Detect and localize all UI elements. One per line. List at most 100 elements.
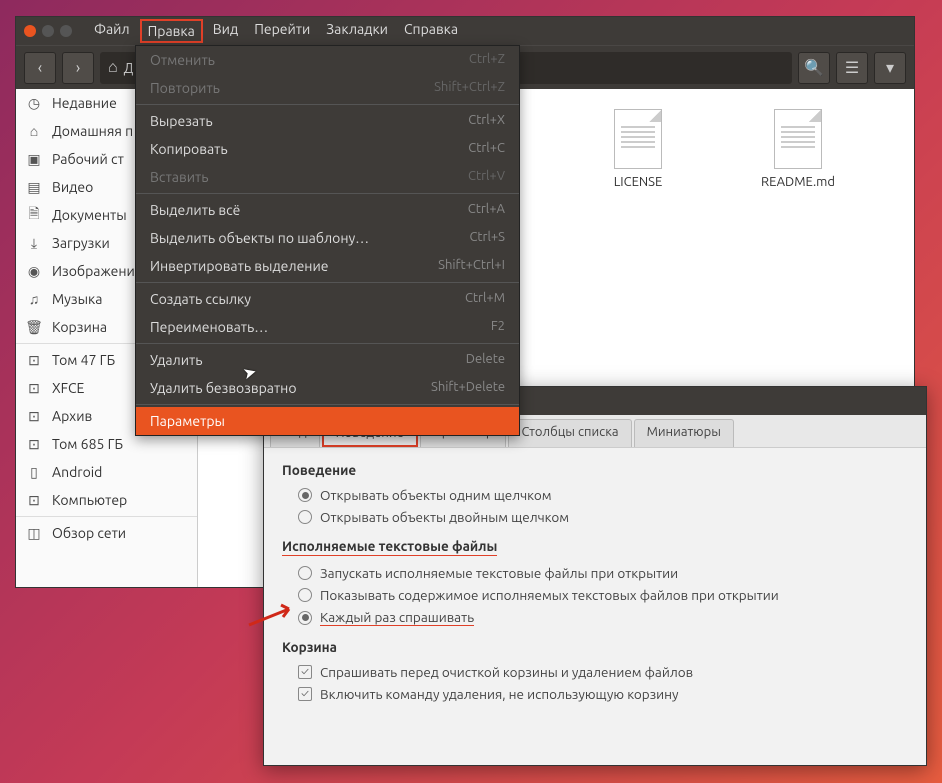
radio-exec-run[interactable]: Запускать исполняемые текстовые файлы пр… <box>282 562 908 584</box>
location-text: Д <box>124 60 134 76</box>
sidebar-icon: ▤ <box>26 179 42 195</box>
sidebar-item[interactable]: ▯Android <box>16 458 197 486</box>
sidebar-item[interactable]: ◫Обзор сети <box>16 519 197 547</box>
sidebar-icon: ⊡ <box>26 380 42 396</box>
menu-label: Вырезать <box>150 113 213 129</box>
prefs-body: Поведение Открывать объекты одним щелчко… <box>264 448 926 719</box>
sidebar-item[interactable]: ⊡ Компьютер <box>16 486 197 514</box>
menu-item[interactable]: Выделить всё Ctrl+A <box>136 196 519 224</box>
menu-item[interactable]: КопироватьCtrl+C <box>136 135 519 163</box>
check-trash-bypass[interactable]: ✓ Включить команду удаления, не использу… <box>282 683 908 705</box>
file-item[interactable]: README.md <box>748 109 848 189</box>
sidebar-label: Видео <box>52 179 93 195</box>
sidebar-label: Документы <box>52 207 127 223</box>
close-icon[interactable] <box>24 25 36 37</box>
sidebar-label: Android <box>52 464 102 480</box>
sidebar-label: Недавние <box>52 95 117 111</box>
sidebar-icon: ◫ <box>26 525 42 541</box>
sidebar-label: XFCE <box>52 380 84 396</box>
menu-item[interactable]: Удалить безвозвратноShift+Delete <box>136 374 519 402</box>
menu-shortcut: Ctrl+V <box>468 169 505 185</box>
sidebar-icon: ◉ <box>26 263 42 279</box>
sidebar-label: Изображени <box>52 263 135 279</box>
sidebar-icon: ▣ <box>26 151 42 167</box>
tab-3[interactable]: Столбцы списка <box>508 419 631 447</box>
checkbox-icon: ✓ <box>298 687 312 701</box>
radio-single-click[interactable]: Открывать объекты одним щелчком <box>282 484 908 506</box>
menu-item: ОтменитьCtrl+Z <box>136 46 519 74</box>
menu-item-перейти[interactable]: Перейти <box>248 19 316 43</box>
annotation-arrow-icon <box>247 601 302 633</box>
radio-icon <box>298 510 312 524</box>
menu-label: Вставить <box>150 169 208 185</box>
sidebar-icon: ⊡ <box>26 436 42 452</box>
sidebar-label: Том 47 ГБ <box>52 352 115 368</box>
preferences-window: Параметры приложения ВидПоведениеПросмот… <box>263 386 927 766</box>
sidebar-label: Рабочий ст <box>52 151 124 167</box>
menu-item[interactable]: Инвертировать выделение Shift+Ctrl+I <box>136 252 519 280</box>
sidebar-label: Архив <box>52 408 92 424</box>
menu-item: Вставить Ctrl+V <box>136 163 519 191</box>
document-icon <box>614 109 662 169</box>
menu-label: Выделить всё <box>150 202 240 218</box>
home-icon: ⌂ <box>108 58 118 77</box>
search-button[interactable]: 🔍 <box>798 52 830 84</box>
radio-exec-ask[interactable]: Каждый раз спрашивать <box>282 606 908 629</box>
menu-item[interactable]: Создать ссылкуCtrl+M <box>136 285 519 313</box>
sidebar-icon: ♫ <box>26 291 42 307</box>
sidebar-label: Загрузки <box>52 235 110 251</box>
menu-item-правка[interactable]: Правка <box>140 19 203 43</box>
back-button[interactable]: ‹ <box>24 52 56 84</box>
menu-item-вид[interactable]: Вид <box>207 19 244 43</box>
menu-shortcut: Delete <box>466 352 505 368</box>
menu-shortcut: Ctrl+Z <box>469 52 505 68</box>
radio-icon <box>298 488 312 502</box>
check-trash-confirm[interactable]: ✓ Спрашивать перед очисткой корзины и уд… <box>282 661 908 683</box>
menu-shortcut: Shift+Ctrl+I <box>438 258 505 274</box>
menu-shortcut: F2 <box>491 319 505 335</box>
list-view-button[interactable]: ☰ <box>836 52 868 84</box>
sidebar-label: Том 685 ГБ <box>52 436 123 452</box>
menu-item[interactable]: Переименовать… F2 <box>136 313 519 341</box>
menu-label: Повторить <box>150 80 220 96</box>
radio-exec-show[interactable]: Показывать содержимое исполняемых тексто… <box>282 584 908 606</box>
radio-double-click[interactable]: Открывать объекты двойным щелчком <box>282 506 908 528</box>
menu-item[interactable]: Параметры <box>136 407 519 435</box>
menu-label: Параметры <box>150 413 225 429</box>
menu-item[interactable]: Удалить Delete <box>136 346 519 374</box>
menu-label: Удалить <box>150 352 203 368</box>
radio-icon <box>298 588 312 602</box>
sidebar-label: Компьютер <box>52 492 127 508</box>
menu-label: Инвертировать выделение <box>150 258 329 274</box>
sidebar-icon: ⊡ <box>26 352 42 368</box>
minimize-icon[interactable] <box>42 25 54 37</box>
menu-label: Выделить объекты по шаблону… <box>150 230 369 246</box>
menu-item-файл[interactable]: Файл <box>88 19 136 43</box>
edit-menu-dropdown: ОтменитьCtrl+Z Повторить Shift+Ctrl+Z Вырез… <box>135 45 520 436</box>
sidebar-icon: ⊡ <box>26 492 42 508</box>
menu-item-справка[interactable]: Справка <box>398 19 464 43</box>
menu-shortcut: Ctrl+M <box>465 291 505 307</box>
sidebar-icon: ◷ <box>26 95 42 111</box>
view-options-button[interactable]: ▾ <box>874 52 906 84</box>
file-item[interactable]: LICENSE <box>588 109 688 189</box>
menu-shortcut: Ctrl+C <box>468 141 505 157</box>
menu-item-закладки[interactable]: Закладки <box>320 19 394 43</box>
menu-item: Повторить Shift+Ctrl+Z <box>136 74 519 102</box>
maximize-icon[interactable] <box>60 25 72 37</box>
sidebar-icon: 🗎 <box>26 207 42 223</box>
forward-button[interactable]: › <box>62 52 94 84</box>
tab-4[interactable]: Миниатюры <box>634 419 734 447</box>
sidebar-icon: ⊡ <box>26 408 42 424</box>
section-behavior: Поведение <box>282 462 908 478</box>
section-trash: Корзина <box>282 639 908 655</box>
sidebar-icon: ⌂ <box>26 123 42 139</box>
radio-icon <box>298 566 312 580</box>
menu-item[interactable]: Вырезать Ctrl+X <box>136 107 519 135</box>
sidebar-icon: 🗑 <box>26 319 42 335</box>
menu-shortcut: Ctrl+A <box>468 202 505 218</box>
menu-item[interactable]: Выделить объекты по шаблону…Ctrl+S <box>136 224 519 252</box>
menu-shortcut: Ctrl+X <box>468 113 505 129</box>
menu-shortcut: Shift+Ctrl+Z <box>434 80 505 96</box>
menu-label: Переименовать… <box>150 319 268 335</box>
